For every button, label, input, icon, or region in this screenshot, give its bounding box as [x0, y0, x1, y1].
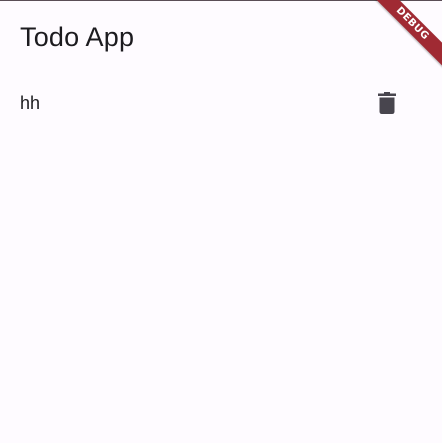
todo-list: hh [0, 80, 442, 125]
app-bar: Todo App [0, 1, 442, 73]
todo-item[interactable]: hh [0, 80, 442, 125]
app-window: Todo App hh DEBUG [0, 0, 442, 443]
delete-button[interactable] [372, 88, 402, 118]
trash-icon [378, 92, 396, 114]
app-title: Todo App [20, 22, 135, 52]
todo-text: hh [20, 93, 41, 113]
